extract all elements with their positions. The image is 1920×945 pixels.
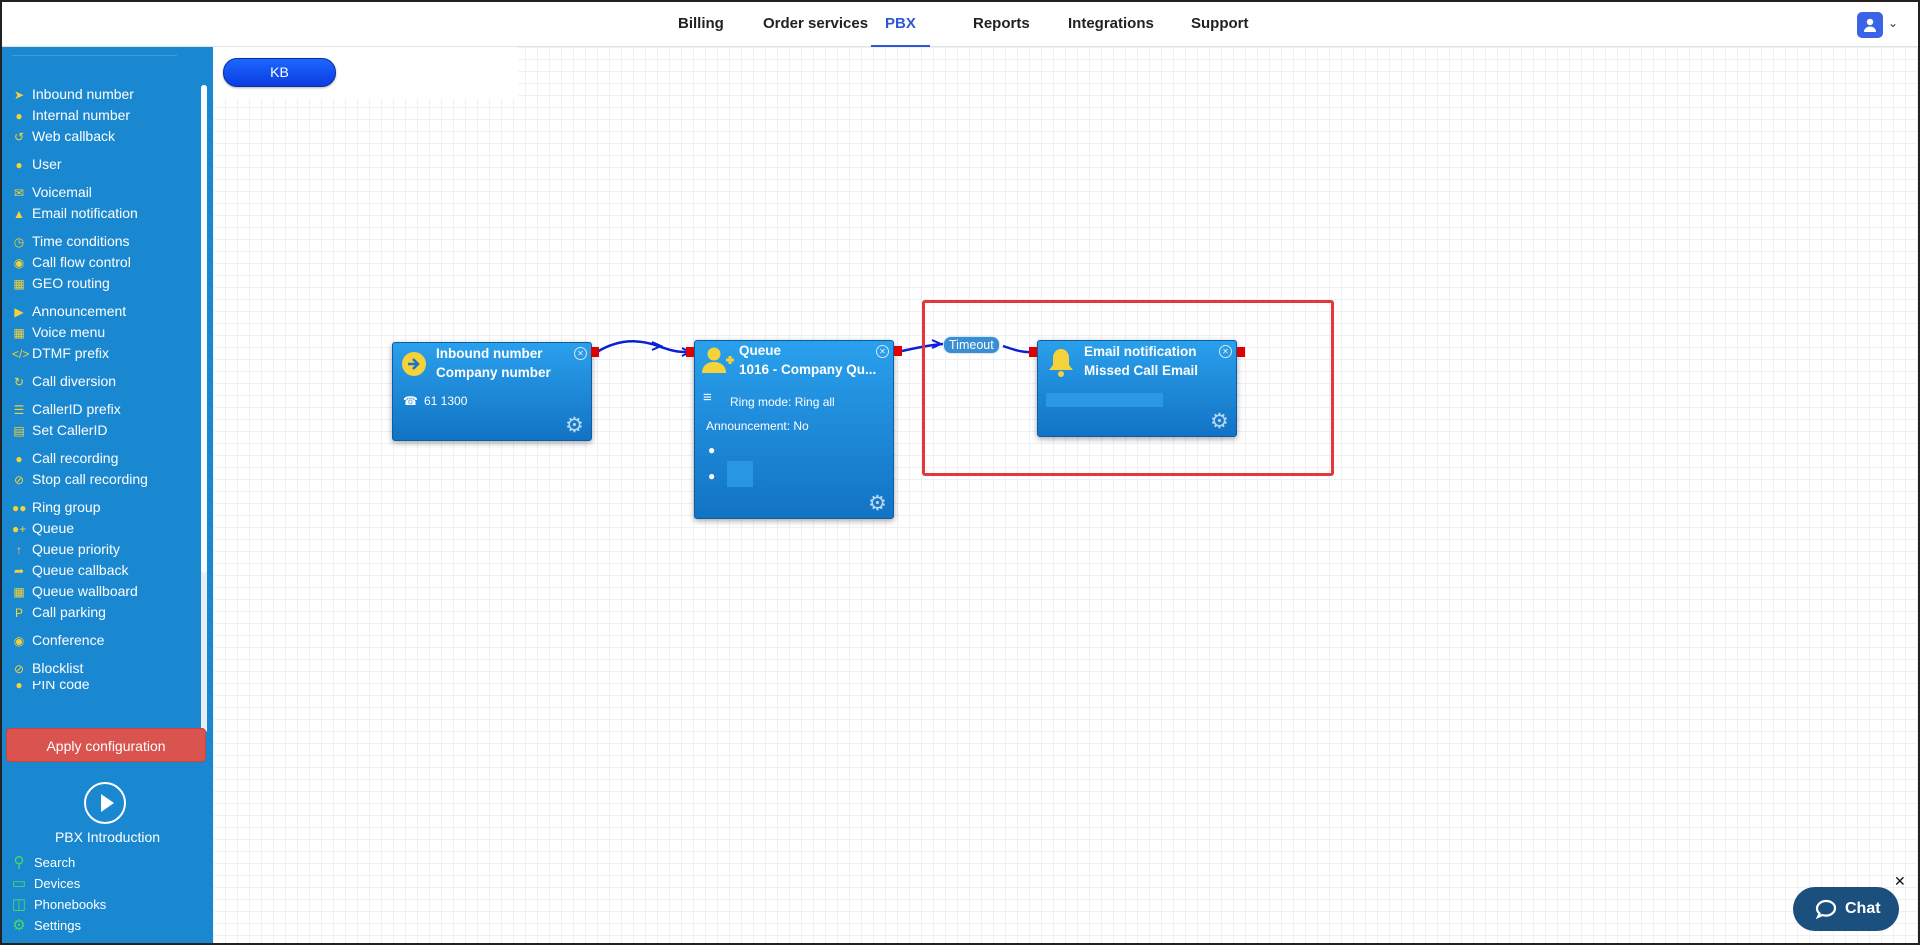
phone-icon: ☎ [403, 394, 418, 408]
chat-icon [1815, 899, 1837, 919]
close-icon[interactable]: ✕ [1894, 873, 1906, 890]
node-subtitle: 1016 - Company Qu... [739, 362, 877, 377]
chat-button[interactable]: Chat [1793, 887, 1899, 931]
close-icon[interactable]: ✕ [574, 347, 587, 360]
user-plus-icon [702, 347, 734, 373]
output-port[interactable] [591, 347, 599, 357]
node-title: Queue [739, 343, 782, 358]
member-icon: ● [708, 443, 716, 457]
member-avatar [727, 461, 753, 487]
ring-mode: Ring mode: Ring all [730, 395, 835, 409]
connector-line [596, 340, 687, 354]
node-number: 61 1300 [424, 394, 468, 408]
input-port[interactable] [686, 347, 694, 357]
arrow-circle-icon [402, 352, 426, 376]
close-icon[interactable]: ✕ [876, 345, 889, 358]
announcement-setting: Announcement: No [706, 419, 809, 433]
chat-label: Chat [1845, 900, 1881, 917]
member-icon: ● [708, 469, 716, 483]
ring-mode-icon: ≡ [703, 389, 712, 406]
node-subtitle: Company number [436, 365, 551, 380]
output-port[interactable] [894, 346, 902, 356]
highlight-box [922, 300, 1334, 476]
node-queue[interactable]: Queue 1016 - Company Qu... ✕ ≡ Ring mode… [694, 340, 894, 519]
gear-icon[interactable]: ⚙ [565, 415, 584, 436]
gear-icon[interactable]: ⚙ [868, 493, 887, 514]
node-title: Inbound number [436, 346, 543, 361]
node-inbound-number[interactable]: Inbound number Company number ✕ ☎ 61 130… [392, 342, 592, 441]
